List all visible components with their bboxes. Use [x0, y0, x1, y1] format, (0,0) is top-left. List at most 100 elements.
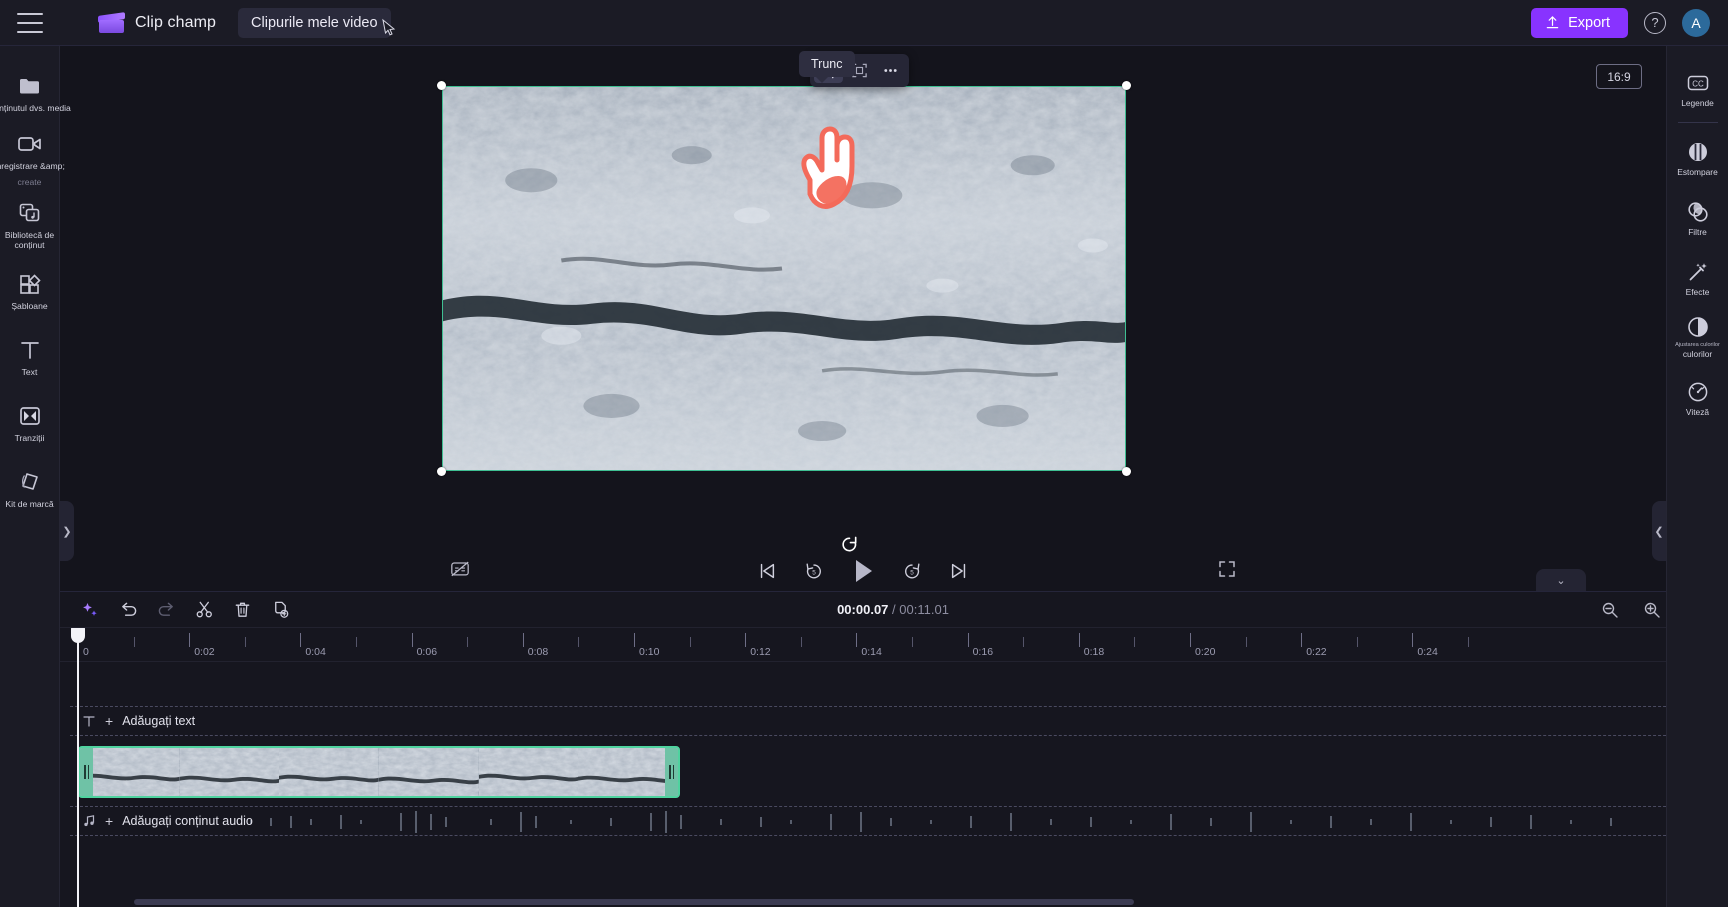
- ruler-tick-minor: [244, 637, 246, 647]
- crop-tooltip-text: Trunc: [811, 57, 843, 71]
- sidebar-label-captions: Legende: [1681, 98, 1714, 109]
- ruler-tick-major: [1412, 633, 1414, 647]
- add-text-row[interactable]: + Adăugați text: [70, 706, 1716, 736]
- ai-magic-button[interactable]: [80, 600, 100, 620]
- sidebar-item-captions[interactable]: CC Legende: [1667, 60, 1728, 120]
- clip-thumbnail: [379, 748, 479, 796]
- add-audio-row[interactable]: + Adăugați conținut audio: [70, 806, 1716, 836]
- video-selection-frame[interactable]: [437, 81, 1131, 476]
- play-icon: [856, 560, 872, 582]
- duplicate-icon: [274, 601, 288, 618]
- sidebar-item-media[interactable]: Conținutul dvs. media: [0, 60, 71, 126]
- video-clip[interactable]: [78, 746, 680, 798]
- sidebar-item-transitions[interactable]: Tranziții: [0, 390, 59, 456]
- folder-icon: [18, 73, 42, 99]
- timeline-horizontal-scrollbar[interactable]: [134, 899, 1134, 905]
- redo-icon: [158, 602, 173, 616]
- ruler-tick-minor: [1468, 637, 1469, 647]
- rewind-5s-button[interactable]: 5: [804, 561, 824, 581]
- project-title-input[interactable]: Clipurile mele video: [238, 7, 395, 38]
- clip-trim-handle-right[interactable]: [665, 748, 678, 796]
- playhead-knob[interactable]: [71, 628, 85, 643]
- timeline-ruler[interactable]: 0 0:02 0:04 0:06 0:08 0:10 0:12 0:14 0:16 0:18 0:2…: [60, 628, 1726, 662]
- brand-kit-icon: [18, 469, 42, 495]
- total-time: 00:11.01: [899, 602, 949, 617]
- audio-track[interactable]: + Adăugați conținut audio: [70, 806, 1716, 836]
- play-button[interactable]: [851, 558, 875, 584]
- snow-forest-aerial-image: [443, 87, 1125, 470]
- time-display: 00:00.07 / 00:11.01: [60, 602, 1726, 617]
- zoom-in-button[interactable]: [1642, 600, 1662, 620]
- clip-thumbnail: [578, 748, 678, 796]
- sidebar-item-speed[interactable]: Viteză: [1667, 369, 1728, 429]
- sidebar-item-effects[interactable]: Efecte: [1667, 249, 1728, 309]
- templates-icon: [18, 271, 42, 297]
- crop-handle-bottom-right[interactable]: [1122, 467, 1131, 476]
- ruler-label: 0:24: [1417, 646, 1438, 658]
- split-button[interactable]: [194, 600, 214, 620]
- header-actions: Export ? A: [1531, 7, 1728, 38]
- sidebar-item-color-adjustment[interactable]: Ajustarea culorilor culorilor: [1667, 309, 1728, 369]
- crop-handle-top-right[interactable]: [1122, 81, 1131, 90]
- video-preview[interactable]: [442, 86, 1126, 471]
- app-header: Clip champ Clipurile mele video Export ?…: [0, 0, 1728, 46]
- duplicate-button[interactable]: [270, 600, 290, 620]
- preview-stage: 16:9 Trunc 5 5: [60, 46, 1666, 591]
- more-options-button[interactable]: [876, 58, 905, 83]
- ruler-tick-major: [634, 633, 635, 647]
- export-button[interactable]: Export: [1531, 7, 1628, 38]
- scissors-icon: [196, 601, 212, 618]
- music-note-icon: [82, 814, 96, 828]
- effects-wand-icon: [1687, 260, 1709, 283]
- ruler-tick-major: [856, 633, 858, 647]
- sidebar-expand-chevron-right-icon[interactable]: ❯: [60, 501, 74, 561]
- video-track[interactable]: [70, 746, 1716, 798]
- crop-tooltip: Trunc: [799, 51, 855, 83]
- fullscreen-button[interactable]: [1218, 560, 1236, 583]
- zoom-in-icon: [1644, 602, 1660, 618]
- help-icon[interactable]: ?: [1644, 11, 1666, 34]
- ruler-tick-major: [300, 633, 302, 647]
- zoom-out-button[interactable]: [1600, 600, 1620, 620]
- sidebar-item-fade[interactable]: Estompare: [1667, 129, 1728, 189]
- playhead[interactable]: [71, 628, 85, 907]
- svg-text:CC: CC: [1692, 79, 1704, 88]
- skip-to-end-icon: [951, 563, 966, 579]
- forward-5s-button[interactable]: 5: [902, 561, 922, 581]
- aspect-ratio-badge[interactable]: 16:9: [1596, 64, 1642, 89]
- timeline-collapse-chevron-down-icon[interactable]: ⌄: [1536, 569, 1586, 591]
- sidebar-item-content-library[interactable]: Bibliotecă de conținut: [0, 192, 59, 258]
- undo-button[interactable]: [118, 600, 138, 620]
- sidebar-item-brand-kit[interactable]: Kit de marcă: [0, 456, 59, 522]
- ruler-tick-major: [189, 633, 191, 647]
- text-track[interactable]: + Adăugați text: [70, 706, 1716, 736]
- ruler-tick-minor: [800, 637, 802, 647]
- sidebar-item-text[interactable]: Text: [0, 324, 59, 390]
- clip-trim-handle-left[interactable]: [80, 748, 93, 796]
- timeline-body: 0 0:02 0:04 0:06 0:08 0:10 0:12 0:14 0:16 0:18 0:2…: [60, 628, 1726, 907]
- skip-to-end-button[interactable]: [949, 561, 969, 581]
- sidebar-item-filters[interactable]: Filtre: [1667, 189, 1728, 249]
- project-title-text: Clipurile mele video: [251, 14, 378, 31]
- avatar[interactable]: A: [1682, 8, 1710, 37]
- ruler-tick-minor: [1134, 637, 1136, 647]
- skip-to-start-button[interactable]: [757, 561, 777, 581]
- redo-button[interactable]: [156, 600, 176, 620]
- crop-handle-top-left[interactable]: [437, 81, 446, 90]
- playback-controls: 5 5: [60, 551, 1666, 591]
- clip-thumbnail: [478, 748, 579, 796]
- hamburger-icon[interactable]: [17, 12, 43, 33]
- crop-handle-bottom-left[interactable]: [437, 467, 446, 476]
- sidebar-item-record-create[interactable]: Înregistrare &amp; create: [0, 126, 65, 192]
- right-sidebar-collapse-chevron-left-icon[interactable]: ❮: [1652, 501, 1666, 561]
- sidebar-label-effects: Efecte: [1685, 287, 1710, 298]
- sidebar-label-fade: Estompare: [1677, 167, 1718, 178]
- clipchamp-editor: Clip champ Clipurile mele video Export ?…: [0, 0, 1728, 907]
- right-sidebar: CC Legende Estompare Filtre Efecte Ajust…: [1652, 46, 1728, 907]
- delete-button[interactable]: [232, 600, 252, 620]
- sidebar-divider: [1677, 122, 1718, 123]
- ruler-tick-minor: [356, 637, 357, 647]
- sidebar-item-templates[interactable]: Șabloane: [0, 258, 59, 324]
- sidebar-label-color-adjustment: Ajustarea culorilor: [1675, 342, 1720, 348]
- sidebar-label-record: Înregistrare &amp;: [0, 161, 65, 172]
